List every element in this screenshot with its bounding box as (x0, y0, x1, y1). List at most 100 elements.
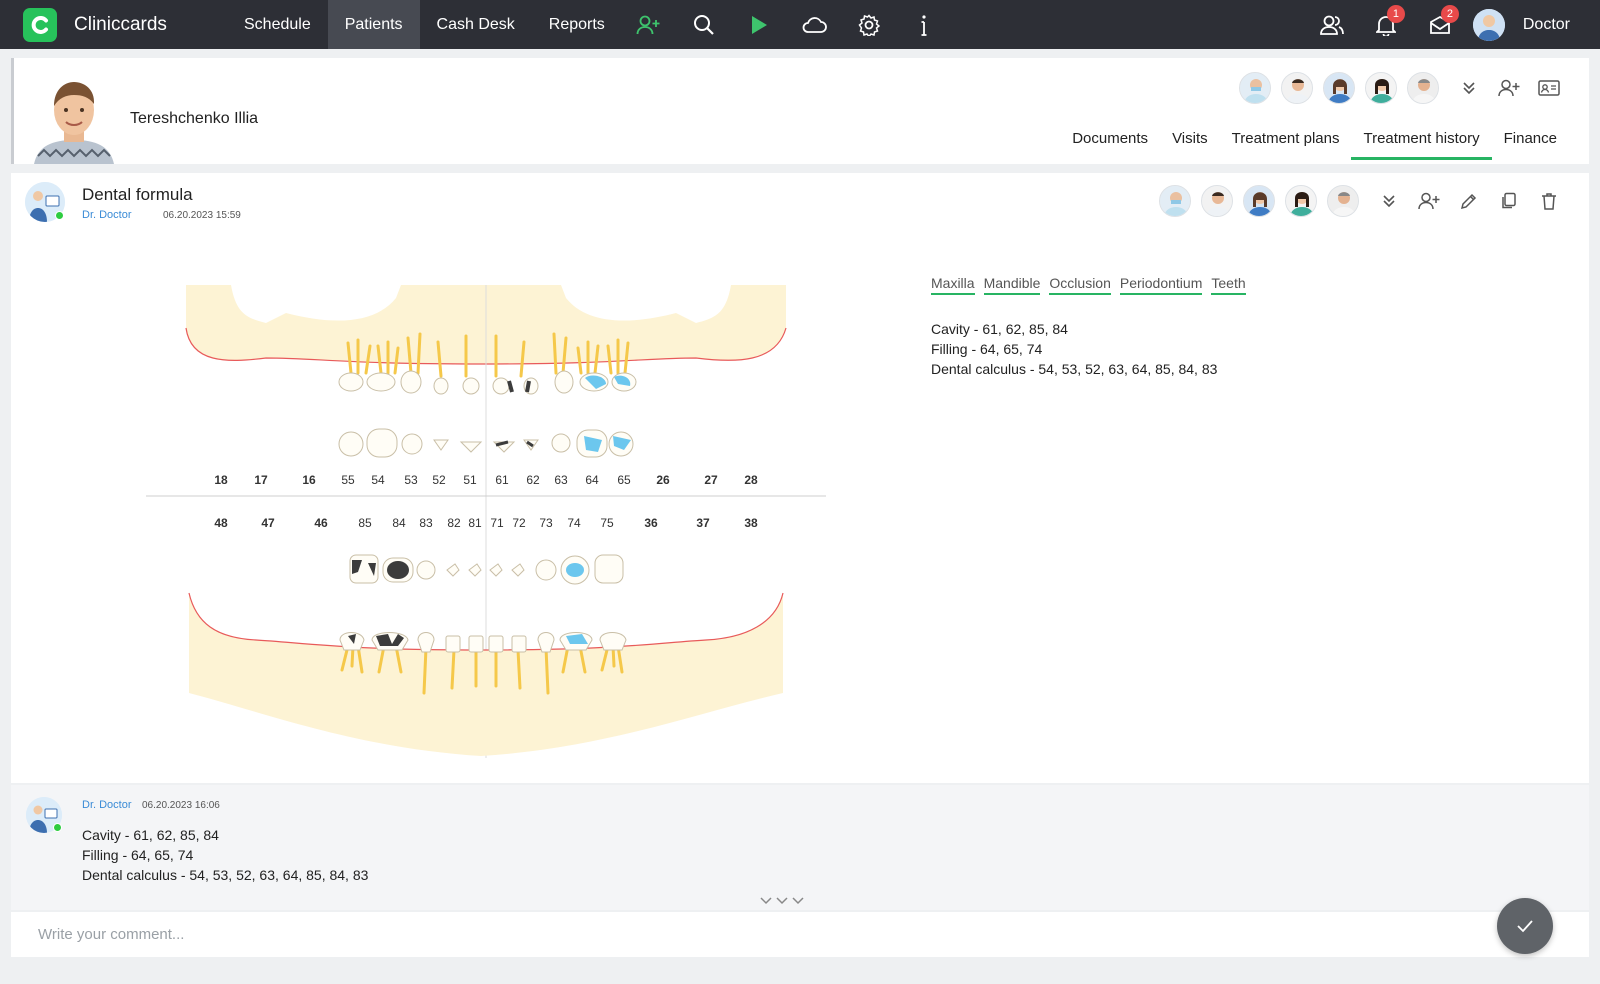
tooth-number-18[interactable]: 18 (214, 473, 227, 487)
staff-avatar[interactable] (1323, 72, 1355, 104)
tab-visits[interactable]: Visits (1160, 122, 1220, 160)
check-icon (1517, 920, 1533, 933)
tab-documents[interactable]: Documents (1060, 122, 1160, 160)
patient-staff-row (1239, 72, 1569, 104)
comment-date: 06.20.2023 16:06 (142, 800, 220, 811)
comment-author[interactable]: Dr. Doctor (82, 799, 132, 811)
tab-treatment-plans[interactable]: Treatment plans (1220, 122, 1352, 160)
tooth-number-72[interactable]: 72 (512, 516, 525, 530)
tooth-number-47[interactable]: 47 (261, 516, 274, 530)
tooth-number-81[interactable]: 81 (468, 516, 481, 530)
tooth-number-51[interactable]: 51 (463, 473, 476, 487)
gear-icon[interactable] (842, 0, 897, 49)
tooth-number-37[interactable]: 37 (696, 516, 709, 530)
tooth-number-46[interactable]: 46 (314, 516, 327, 530)
play-icon[interactable] (732, 0, 787, 49)
tooth-number-36[interactable]: 36 (644, 516, 657, 530)
notifications-bell-icon[interactable]: 1 (1359, 0, 1413, 49)
nav-cash-desk[interactable]: Cash Desk (420, 0, 532, 49)
patient-card-icon[interactable] (1529, 72, 1569, 104)
add-patient-icon[interactable] (622, 0, 677, 49)
user-name[interactable]: Doctor (1523, 16, 1570, 34)
tooth-number-71[interactable]: 71 (490, 516, 503, 530)
tooth-number-61[interactable]: 61 (495, 473, 508, 487)
tab-occlusion[interactable]: Occlusion (1049, 275, 1111, 295)
submit-comment-button[interactable] (1497, 898, 1553, 954)
add-staff-icon[interactable] (1489, 72, 1529, 104)
copy-icon[interactable] (1489, 185, 1529, 217)
app-name: Cliniccards (74, 13, 167, 35)
tooth-number-74[interactable]: 74 (567, 516, 580, 530)
tooth-number-28[interactable]: 28 (744, 473, 757, 487)
app-logo[interactable] (23, 7, 57, 42)
tooth-number-82[interactable]: 82 (447, 516, 460, 530)
delete-trash-icon[interactable] (1529, 185, 1569, 217)
tab-mandible[interactable]: Mandible (983, 275, 1041, 295)
record-author[interactable]: Dr. Doctor (82, 209, 132, 221)
staff-avatar[interactable] (1365, 72, 1397, 104)
top-navbar: Cliniccards Schedule Patients Cash Desk … (0, 0, 1600, 49)
chevron-double-down-icon[interactable] (1449, 72, 1489, 104)
messages-icon[interactable]: 2 (1413, 0, 1467, 49)
tooth-number-17[interactable]: 17 (254, 473, 267, 487)
nav-schedule[interactable]: Schedule (227, 0, 328, 49)
tooth-number-27[interactable]: 27 (704, 473, 717, 487)
tab-finance[interactable]: Finance (1492, 122, 1569, 160)
record-date: 06.20.2023 15:59 (163, 210, 241, 221)
tab-teeth[interactable]: Teeth (1211, 275, 1246, 295)
tooth-number-55[interactable]: 55 (341, 473, 354, 487)
comment-line: Cavity - 61, 62, 85, 84 (82, 827, 219, 843)
patient-name: Tereshchenko Illia (130, 110, 259, 127)
tooth-number-26[interactable]: 26 (656, 473, 669, 487)
messages-badge: 2 (1440, 5, 1459, 23)
nav-patients[interactable]: Patients (327, 0, 420, 49)
tooth-number-62[interactable]: 62 (526, 473, 539, 487)
tooth-number-16[interactable]: 16 (302, 473, 315, 487)
comment-input-bar (11, 912, 1589, 957)
tooth-number-64[interactable]: 64 (585, 473, 598, 487)
edit-pencil-icon[interactable] (1449, 185, 1489, 217)
dental-formula-card: Dental formula Dr. Doctor 06.20.2023 15:… (11, 173, 1589, 783)
comment-line: Dental calculus - 54, 53, 52, 63, 64, 85… (82, 867, 369, 883)
add-staff-icon[interactable] (1409, 185, 1449, 217)
tooth-number-73[interactable]: 73 (539, 516, 552, 530)
tooth-number-85[interactable]: 85 (358, 516, 371, 530)
dental-chart: 18 17 16 55 54 53 52 51 61 62 63 64 65 26 27 28 48 47 46 8… (136, 268, 826, 763)
patient-tabs: Documents Visits Treatment plans Treatme… (1060, 122, 1569, 160)
chevron-double-down-icon[interactable] (1369, 185, 1409, 217)
search-icon[interactable] (677, 0, 732, 49)
nav-reports[interactable]: Reports (532, 0, 622, 49)
tooth-number-53[interactable]: 53 (404, 473, 417, 487)
finding-filling: Filling - 64, 65, 74 (931, 341, 1043, 357)
expand-chevrons-icon[interactable] (759, 893, 805, 911)
tab-periodontium[interactable]: Periodontium (1119, 275, 1203, 295)
record-title: Dental formula (82, 185, 193, 204)
user-avatar[interactable] (1472, 8, 1505, 41)
comment-line: Filling - 64, 65, 74 (82, 847, 194, 863)
tooth-number-83[interactable]: 83 (419, 516, 432, 530)
tooth-number-52[interactable]: 52 (432, 473, 445, 487)
cloud-icon[interactable] (787, 0, 842, 49)
info-icon[interactable] (897, 0, 952, 49)
tooth-number-48[interactable]: 48 (214, 516, 227, 530)
notifications-badge: 1 (1386, 5, 1405, 23)
tooth-number-38[interactable]: 38 (744, 516, 757, 530)
online-status-dot (53, 823, 62, 832)
comment-input[interactable] (11, 912, 1481, 957)
staff-avatar[interactable] (1327, 185, 1359, 217)
staff-avatar[interactable] (1201, 185, 1233, 217)
tooth-number-63[interactable]: 63 (554, 473, 567, 487)
staff-avatar[interactable] (1239, 72, 1271, 104)
tooth-number-75[interactable]: 75 (600, 516, 613, 530)
staff-avatar[interactable] (1243, 185, 1275, 217)
tab-treatment-history[interactable]: Treatment history (1351, 122, 1492, 160)
staff-avatar[interactable] (1159, 185, 1191, 217)
staff-avatar[interactable] (1407, 72, 1439, 104)
tooth-number-65[interactable]: 65 (617, 473, 630, 487)
tab-maxilla[interactable]: Maxilla (931, 275, 975, 295)
team-icon[interactable] (1305, 0, 1359, 49)
staff-avatar[interactable] (1285, 185, 1317, 217)
staff-avatar[interactable] (1281, 72, 1313, 104)
tooth-number-54[interactable]: 54 (371, 473, 384, 487)
tooth-number-84[interactable]: 84 (392, 516, 405, 530)
